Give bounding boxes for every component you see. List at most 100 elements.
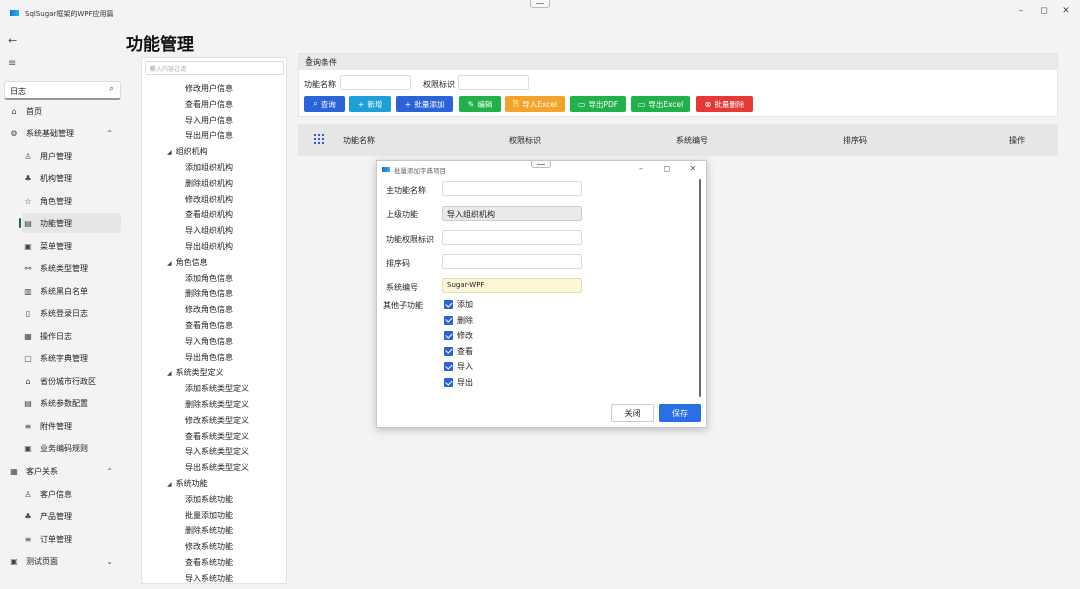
tree-leaf-node[interactable]: 修改组织机构 [185, 194, 233, 205]
chevron-up-icon[interactable]: ⌃ [305, 56, 1051, 66]
nav-item-1[interactable]: ⚙ 系统基础管理 ⌃ [8, 123, 121, 143]
expand-triangle-icon[interactable]: ◢ [167, 481, 172, 488]
tree-leaf-node[interactable]: 删除角色信息 [185, 288, 233, 299]
tree-group-node[interactable]: ◢ 系统类型定义 [167, 367, 224, 378]
nav-search-input[interactable]: 日志 ⌕ [4, 81, 121, 100]
search-icon[interactable]: ⌕ [109, 84, 114, 94]
nav-item-12[interactable]: ⌂ 省份城市行政区 [22, 371, 121, 391]
toolbar-button-6[interactable]: ▭ 导出Excel [631, 96, 690, 112]
nav-item-16[interactable]: ▦ 客户关系 ⌃ [8, 461, 121, 481]
tree-leaf-node[interactable]: 删除系统功能 [185, 525, 233, 536]
dialog-maximize-button[interactable]: ◻ [662, 164, 672, 173]
hamburger-menu-icon[interactable]: ≡ [8, 58, 16, 69]
nav-item-0[interactable]: ⌂ 首页 [8, 101, 121, 121]
permission-input[interactable] [458, 75, 529, 90]
nav-item-13[interactable]: ▤ 系统参数配置 [22, 393, 121, 413]
tree-leaf-node[interactable]: 查看系统功能 [185, 557, 233, 568]
chevron-up-icon[interactable]: ⌃ [106, 129, 113, 138]
dialog-drag-handle-icon[interactable] [531, 161, 551, 168]
maximize-button[interactable]: ◻ [1037, 6, 1051, 16]
sub-function-checkbox[interactable]: 添加 [444, 299, 473, 310]
tree-leaf-node[interactable]: 删除组织机构 [185, 178, 233, 189]
nav-item-17[interactable]: ♙ 客户信息 [22, 484, 121, 504]
query-header[interactable]: 查询条件 ⌃ [299, 54, 1057, 70]
expand-triangle-icon[interactable]: ◢ [167, 260, 172, 267]
tree-leaf-node[interactable]: 删除系统类型定义 [185, 399, 249, 410]
expand-triangle-icon[interactable]: ◢ [167, 370, 172, 377]
toolbar-button-5[interactable]: ▭ 导出PDF [570, 96, 626, 112]
minimize-button[interactable]: – [1014, 6, 1028, 16]
toolbar-button-2[interactable]: + 批量添加 [396, 96, 453, 112]
dialog-close-action-button[interactable]: 关闭 [611, 404, 654, 422]
checkbox-checked-icon[interactable] [444, 362, 453, 372]
tree-leaf-node[interactable]: 导入系统类型定义 [185, 446, 249, 457]
nav-item-20[interactable]: ▣ 测试页面 ⌄ [8, 551, 121, 571]
tree-leaf-node[interactable]: 修改系统功能 [185, 541, 233, 552]
nav-item-9[interactable]: ▯ 系统登录日志 [22, 303, 121, 323]
tree-leaf-node[interactable]: 查看组织机构 [185, 209, 233, 220]
nav-item-5[interactable]: ▤ 功能管理 [19, 213, 121, 233]
tree-leaf-node[interactable]: 导出系统类型定义 [185, 462, 249, 473]
tree-leaf-node[interactable]: 添加角色信息 [185, 273, 233, 284]
column-header-permission[interactable]: 权限标识 [509, 135, 541, 146]
nav-item-10[interactable]: ▦ 操作日志 [22, 326, 121, 346]
tree-leaf-node[interactable]: 添加组织机构 [185, 162, 233, 173]
column-header-name[interactable]: 功能名称 [343, 135, 375, 146]
sub-function-checkbox[interactable]: 导出 [444, 377, 473, 388]
nav-item-14[interactable]: ≡ 附件管理 [22, 416, 121, 436]
dialog-save-button[interactable]: 保存 [659, 404, 701, 422]
toolbar-button-3[interactable]: ✎ 编辑 [459, 96, 501, 112]
tree-filter-input[interactable]: 输入内容过滤 ⌕ [145, 61, 284, 75]
permission-id-input[interactable] [442, 230, 582, 245]
dialog-scrollbar[interactable] [699, 179, 701, 397]
nav-item-19[interactable]: ≡ 订单管理 [22, 529, 121, 549]
checkbox-checked-icon[interactable] [444, 346, 453, 356]
nav-item-2[interactable]: ♙ 用户管理 [22, 146, 121, 166]
tree-leaf-node[interactable]: 查看用户信息 [185, 99, 233, 110]
toolbar-button-0[interactable]: ⌕ 查询 [304, 96, 345, 112]
sub-function-checkbox[interactable]: 修改 [444, 330, 473, 341]
parent-function-select[interactable]: 导入组织机构 ▾ [442, 206, 582, 221]
tree-leaf-node[interactable]: 修改用户信息 [185, 83, 233, 94]
chevron-down-icon[interactable]: ⌄ [106, 557, 113, 566]
tree-leaf-node[interactable]: 导入用户信息 [185, 115, 233, 126]
nav-item-4[interactable]: ☆ 角色管理 [22, 191, 121, 211]
tree-leaf-node[interactable]: 批量添加功能 [185, 510, 233, 521]
tree-leaf-node[interactable]: 导出用户信息 [185, 130, 233, 141]
toolbar-button-4[interactable]: ⎘ 导入Excel [505, 96, 565, 112]
nav-item-15[interactable]: ▣ 业务编码规则 [22, 438, 121, 458]
tree-leaf-node[interactable]: 导出角色信息 [185, 352, 233, 363]
tree-leaf-node[interactable]: 导入组织机构 [185, 225, 233, 236]
column-header-system-code[interactable]: 系统编号 [676, 135, 708, 146]
nav-item-18[interactable]: ♣ 产品管理 [22, 506, 121, 526]
toolbar-button-7[interactable]: ⊗ 批量删除 [696, 96, 753, 112]
drag-handle-icon[interactable] [530, 0, 550, 8]
checkbox-checked-icon[interactable] [444, 315, 453, 325]
tree-leaf-node[interactable]: 导出组织机构 [185, 241, 233, 252]
tree-leaf-node[interactable]: 添加系统类型定义 [185, 383, 249, 394]
checkbox-checked-icon[interactable] [444, 300, 453, 309]
column-chooser-icon[interactable] [314, 134, 324, 144]
tree-group-node[interactable]: ◢ 角色信息 [167, 257, 208, 268]
function-name-input[interactable] [340, 75, 411, 90]
tree-leaf-node[interactable]: 查看系统类型定义 [185, 431, 249, 442]
sub-function-checkbox[interactable]: 删除 [444, 315, 473, 326]
nav-item-8[interactable]: ▥ 系统黑白名单 [22, 281, 121, 301]
tree-leaf-node[interactable]: 查看角色信息 [185, 320, 233, 331]
tree-group-node[interactable]: ◢ 组织机构 [167, 146, 208, 157]
tree-leaf-node[interactable]: 导入系统功能 [185, 573, 233, 584]
dialog-minimize-button[interactable]: – [636, 164, 646, 173]
system-code-input[interactable]: Sugar-WPF [442, 278, 582, 293]
tree-leaf-node[interactable]: 导入角色信息 [185, 336, 233, 347]
back-arrow-icon[interactable]: ← [8, 34, 17, 47]
nav-item-6[interactable]: ▣ 菜单管理 [22, 236, 121, 256]
tree-leaf-node[interactable]: 修改角色信息 [185, 304, 233, 315]
tree-group-node[interactable]: ◢ 系统功能 [167, 478, 208, 489]
column-header-sort[interactable]: 排序码 [843, 135, 867, 146]
nav-item-11[interactable]: ▢ 系统字典管理 [22, 348, 121, 368]
checkbox-checked-icon[interactable] [444, 378, 453, 387]
checkbox-checked-icon[interactable] [444, 331, 453, 341]
tree-leaf-node[interactable]: 修改系统类型定义 [185, 415, 249, 426]
column-header-action[interactable]: 操作 [1009, 135, 1025, 146]
sort-code-input[interactable] [442, 254, 582, 269]
